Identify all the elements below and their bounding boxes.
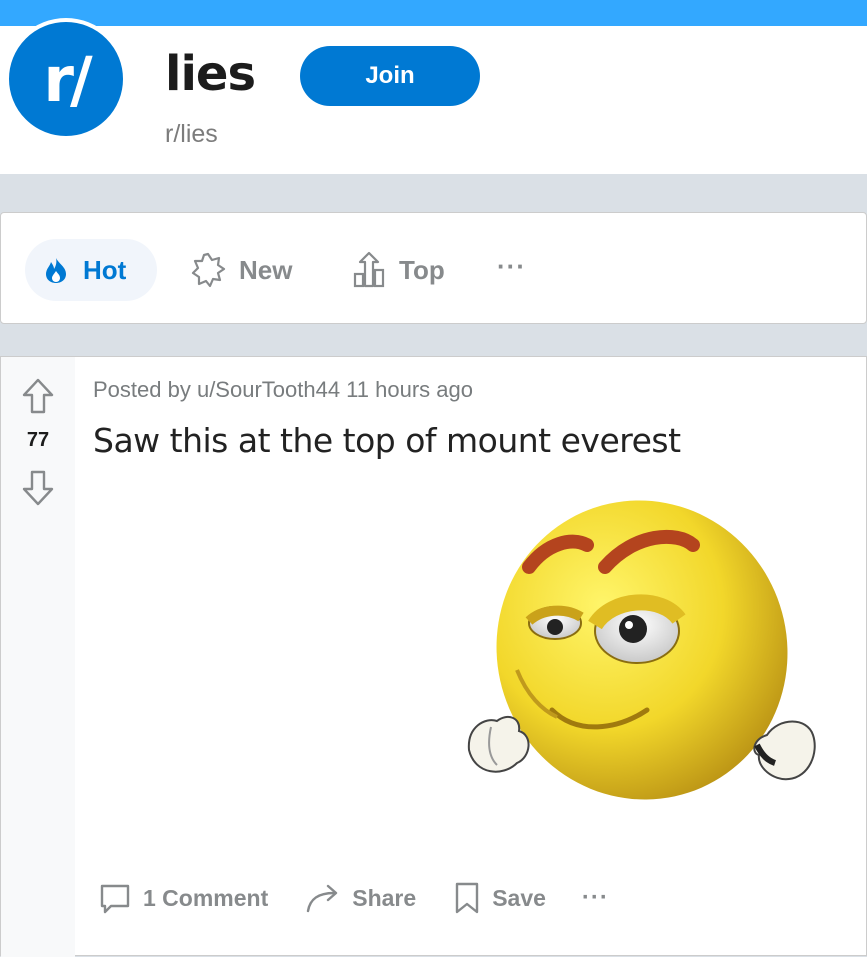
subreddit-icon[interactable]: r/ [5, 18, 127, 140]
sort-new-tab[interactable]: New [189, 239, 292, 301]
save-label: Save [492, 884, 546, 911]
post-title[interactable]: Saw this at the top of mount everest [93, 421, 681, 460]
comment-label: 1 Comment [143, 884, 269, 911]
subreddit-slug: r/lies [165, 120, 218, 148]
save-button[interactable]: Save [452, 880, 546, 916]
comment-button[interactable]: 1 Comment [97, 880, 268, 916]
share-button[interactable]: Share [304, 881, 416, 915]
join-button[interactable]: Join [300, 46, 480, 106]
downvote-arrow-icon[interactable] [21, 469, 55, 507]
sort-bar: Hot New Top ··· [0, 212, 867, 324]
share-label: Share [352, 884, 417, 911]
subreddit-header: r/ lies Join r/lies [0, 18, 867, 174]
subreddit-icon-text: r/ [43, 42, 92, 116]
sort-new-label: New [239, 254, 293, 285]
top-banner-strip [0, 0, 867, 26]
burst-icon [191, 252, 226, 288]
post-card[interactable]: 77 Posted by u/SourTooth44 11 hours ago … [0, 356, 867, 957]
sort-hot-tab[interactable]: Hot [25, 239, 157, 301]
sort-top-label: Top [399, 254, 445, 285]
post-actions: 1 Comment Share Save ··· [97, 869, 645, 927]
sort-top-tab[interactable]: Top [351, 239, 445, 301]
rising-bars-icon [353, 251, 385, 288]
vote-count: 77 [26, 429, 50, 451]
post-more-button[interactable]: ··· [582, 884, 609, 912]
sort-more-button[interactable]: ··· [497, 235, 526, 297]
flame-icon [46, 258, 66, 283]
upvote-arrow-icon[interactable] [21, 377, 55, 415]
post-meta: Posted by u/SourTooth44 11 hours ago [93, 377, 473, 402]
share-arrow-icon [307, 884, 338, 913]
vote-column: 77 [1, 357, 75, 957]
bookmark-icon [455, 882, 479, 914]
smug-emoji-image[interactable] [457, 495, 827, 815]
subreddit-name: lies [165, 46, 256, 102]
comment-bubble-icon [100, 884, 130, 914]
sort-hot-label: Hot [83, 254, 127, 285]
